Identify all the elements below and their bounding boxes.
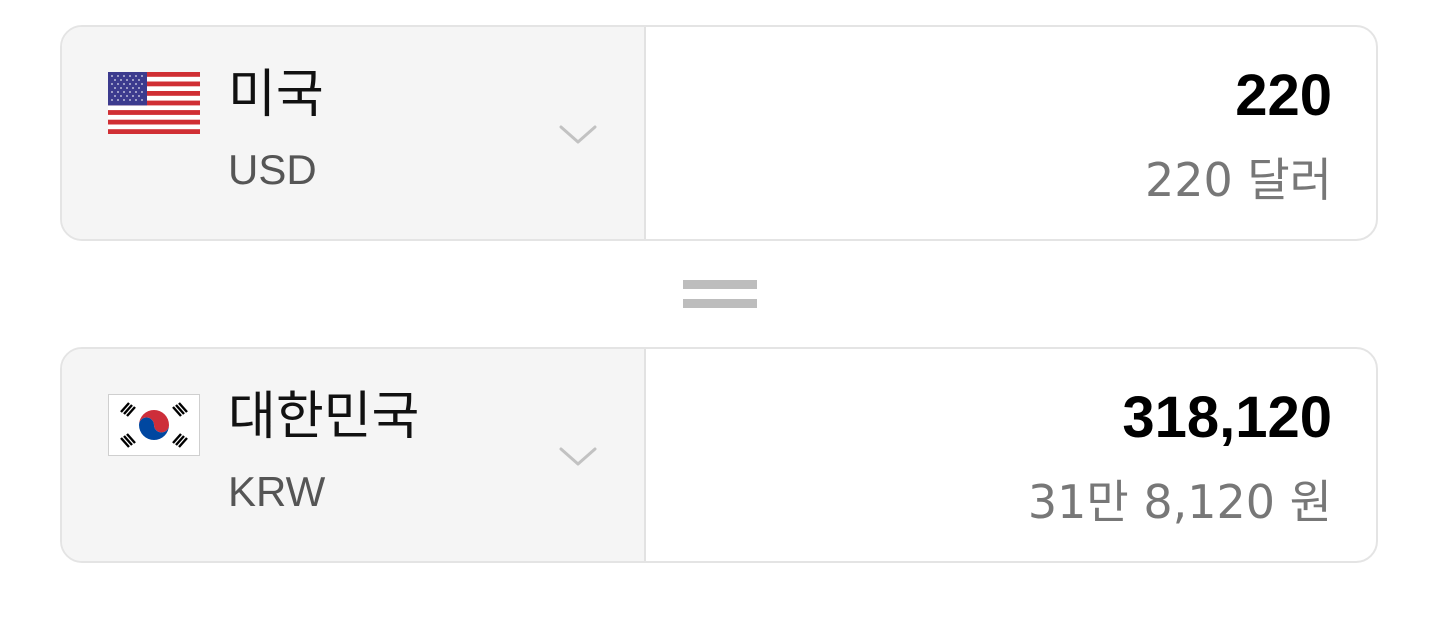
to-country-name: 대한민국 [228, 387, 420, 447]
equals-icon [683, 277, 757, 311]
from-amount-words: 220 달러 [1144, 153, 1332, 207]
to-currency-selector[interactable]: 대한민국 KRW [62, 349, 646, 561]
to-currency-code: KRW [228, 468, 326, 515]
kr-flag-icon [108, 394, 200, 456]
to-amount-words: 31만 8,120 원 [1027, 475, 1332, 529]
to-amount-area[interactable]: 318,120 31만 8,120 원 [646, 349, 1376, 561]
from-country-name: 미국 [228, 65, 324, 125]
from-currency-code: USD [228, 146, 317, 193]
from-amount[interactable]: 220 [1235, 67, 1332, 125]
to-currency-card: 대한민국 KRW 318,120 31만 8,120 원 [60, 347, 1378, 563]
from-currency-selector[interactable]: 미국 USD [62, 27, 646, 239]
chevron-down-icon[interactable] [558, 123, 598, 147]
us-flag-icon [108, 72, 200, 134]
from-amount-area[interactable]: 220 220 달러 [646, 27, 1376, 239]
chevron-down-icon[interactable] [558, 445, 598, 469]
to-amount[interactable]: 318,120 [1122, 389, 1332, 447]
from-currency-card: 미국 USD 220 220 달러 [60, 25, 1378, 241]
